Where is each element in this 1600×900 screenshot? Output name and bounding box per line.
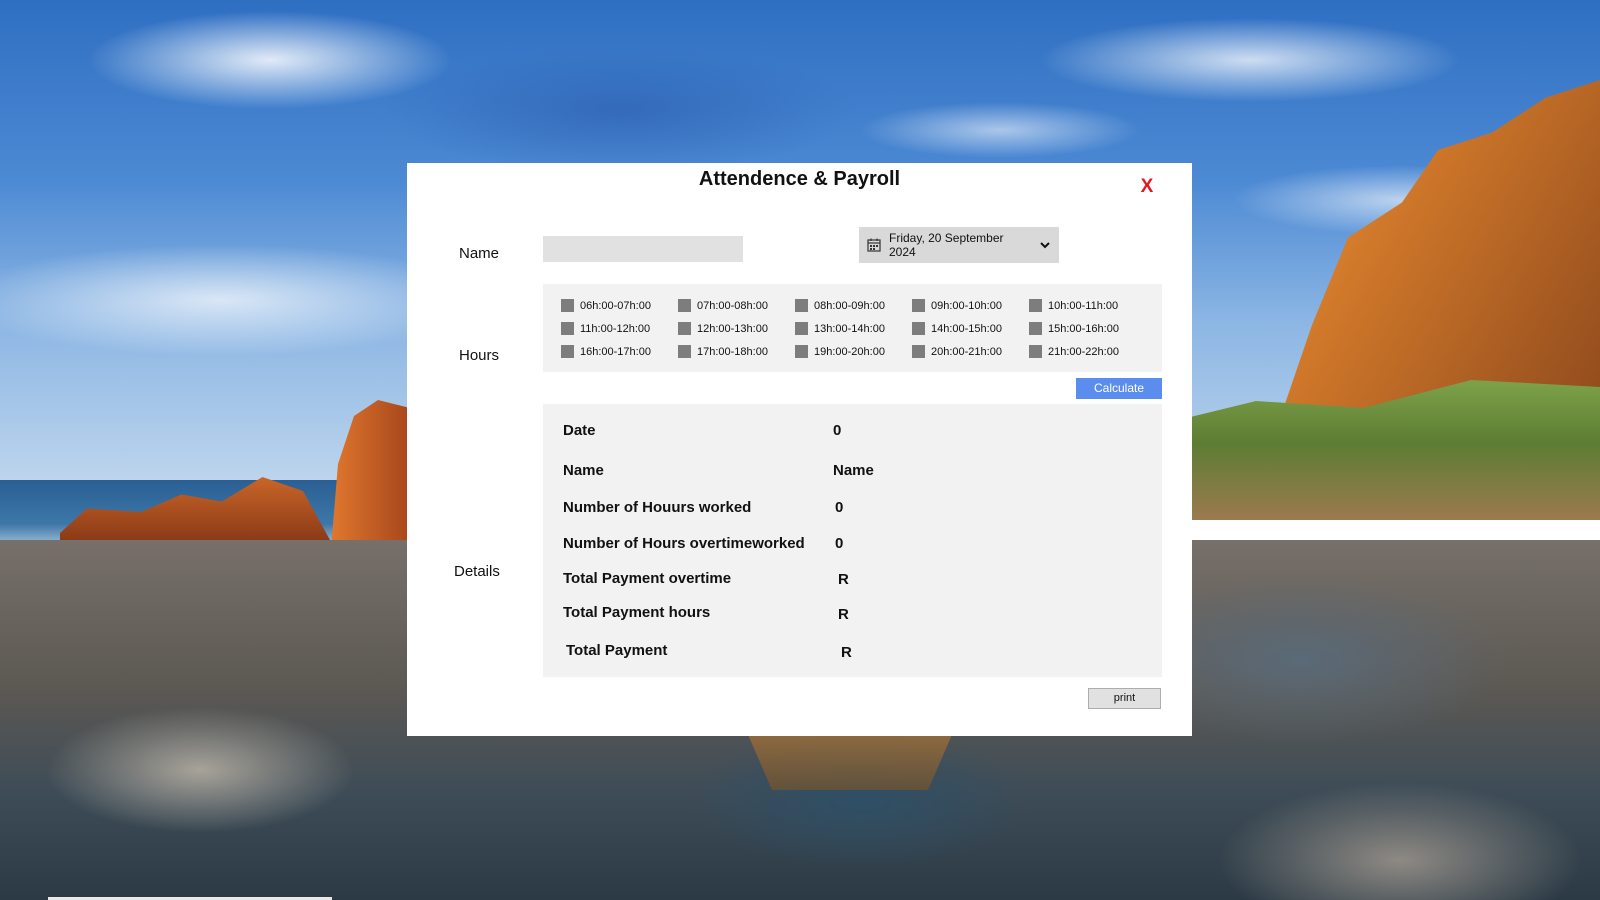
hour-label: 09h:00-10h:00 <box>931 299 1002 312</box>
checkbox[interactable] <box>561 322 574 335</box>
detail-overtime-pay-value: R <box>838 571 849 588</box>
checkbox[interactable] <box>912 322 925 335</box>
checkbox[interactable] <box>678 322 691 335</box>
details-panel: Date 0 Name Name Number of Houurs worked… <box>543 404 1162 677</box>
hour-label: 21h:00-22h:00 <box>1048 345 1119 358</box>
detail-name-value: Name <box>833 462 874 479</box>
checkbox[interactable] <box>678 299 691 312</box>
hour-label: 07h:00-08h:00 <box>697 299 768 312</box>
detail-date-label: Date <box>563 422 596 439</box>
hour-label: 08h:00-09h:00 <box>814 299 885 312</box>
hour-checkbox-item[interactable]: 16h:00-17h:00 <box>561 340 678 363</box>
checkbox[interactable] <box>795 322 808 335</box>
hour-label: 17h:00-18h:00 <box>697 345 768 358</box>
checkbox[interactable] <box>561 299 574 312</box>
checkbox[interactable] <box>678 345 691 358</box>
checkbox[interactable] <box>912 299 925 312</box>
detail-date-value: 0 <box>833 422 842 439</box>
hour-checkbox-item[interactable]: 10h:00-11h:00 <box>1029 294 1146 317</box>
detail-overtime-pay-label: Total Payment overtime <box>563 570 732 587</box>
detail-overtime-hours-label: Number of Hours overtimeworked <box>563 535 805 552</box>
name-label: Name <box>459 245 500 262</box>
hour-checkbox-item[interactable]: 19h:00-20h:00 <box>795 340 912 363</box>
checkbox[interactable] <box>795 299 808 312</box>
calendar-icon <box>867 238 881 252</box>
detail-hours-pay-value: R <box>838 606 849 623</box>
hour-checkbox-item[interactable]: 15h:00-16h:00 <box>1029 317 1146 340</box>
dialog-title: Attendence & Payroll <box>698 168 901 190</box>
hours-checkbox-grid: 06h:00-07h:00 07h:00-08h:00 08h:00-09h:00 0… <box>561 294 1146 363</box>
hour-checkbox-item[interactable]: 08h:00-09h:00 <box>795 294 912 317</box>
detail-overtime-hours-value: 0 <box>835 535 844 552</box>
detail-hours-worked-value: 0 <box>835 499 844 516</box>
hour-checkbox-item[interactable]: 21h:00-22h:00 <box>1029 340 1146 363</box>
hour-label: 13h:00-14h:00 <box>814 322 885 335</box>
hour-label: 06h:00-07h:00 <box>580 299 651 312</box>
detail-hours-pay-label: Total Payment hours <box>563 604 711 621</box>
hour-label: 20h:00-21h:00 <box>931 345 1002 358</box>
detail-total-pay-label: Total Payment <box>566 642 668 659</box>
hour-checkbox-item[interactable]: 06h:00-07h:00 <box>561 294 678 317</box>
detail-total-pay-value: R <box>841 644 852 661</box>
hours-label: Hours <box>459 347 500 364</box>
checkbox[interactable] <box>795 345 808 358</box>
hour-checkbox-item[interactable]: 12h:00-13h:00 <box>678 317 795 340</box>
hour-label: 11h:00-12h:00 <box>580 322 651 335</box>
hour-checkbox-item[interactable]: 07h:00-08h:00 <box>678 294 795 317</box>
hours-panel: 06h:00-07h:00 07h:00-08h:00 08h:00-09h:00 0… <box>543 284 1162 372</box>
hour-checkbox-item[interactable]: 14h:00-15h:00 <box>912 317 1029 340</box>
calculate-button[interactable]: Calculate <box>1076 378 1162 399</box>
hour-label: 10h:00-11h:00 <box>1048 299 1119 312</box>
hour-checkbox-item[interactable]: 11h:00-12h:00 <box>561 317 678 340</box>
chevron-down-icon <box>1039 239 1051 251</box>
checkbox[interactable] <box>1029 322 1042 335</box>
hour-label: 14h:00-15h:00 <box>931 322 1002 335</box>
payroll-dialog: Attendence & Payroll X Name Friday, 20 S… <box>407 163 1192 736</box>
print-button[interactable]: print <box>1088 688 1161 709</box>
hour-label: 19h:00-20h:00 <box>814 345 885 358</box>
hour-label: 12h:00-13h:00 <box>697 322 768 335</box>
date-value: Friday, 20 September 2024 <box>889 231 1004 259</box>
detail-hours-worked-label: Number of Houurs worked <box>563 499 752 516</box>
details-label: Details <box>454 563 500 580</box>
date-picker[interactable]: Friday, 20 September 2024 <box>859 227 1059 263</box>
checkbox[interactable] <box>912 345 925 358</box>
hour-checkbox-item[interactable]: 09h:00-10h:00 <box>912 294 1029 317</box>
name-input[interactable] <box>543 236 743 262</box>
hour-checkbox-item[interactable]: 20h:00-21h:00 <box>912 340 1029 363</box>
hour-label: 15h:00-16h:00 <box>1048 322 1119 335</box>
hour-label: 16h:00-17h:00 <box>580 345 651 358</box>
checkbox[interactable] <box>1029 345 1042 358</box>
hour-checkbox-item[interactable]: 13h:00-14h:00 <box>795 317 912 340</box>
detail-name-label: Name <box>563 462 604 479</box>
hour-checkbox-item[interactable]: 17h:00-18h:00 <box>678 340 795 363</box>
close-button[interactable]: X <box>1135 175 1159 199</box>
checkbox[interactable] <box>561 345 574 358</box>
checkbox[interactable] <box>1029 299 1042 312</box>
